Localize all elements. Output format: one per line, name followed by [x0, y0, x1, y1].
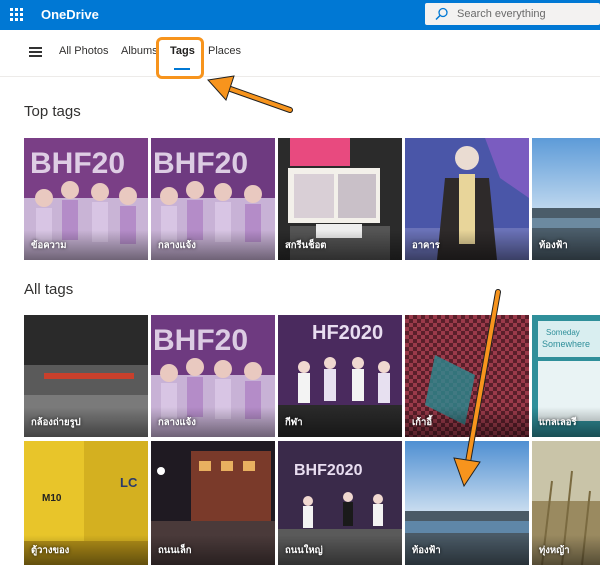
- tag-tile[interactable]: ท้องฟ้า: [532, 138, 600, 260]
- tag-label: กลางแจ้ง: [158, 417, 196, 428]
- tag-tile[interactable]: BHF20 กลางแจ้ง: [151, 138, 275, 260]
- tab-albums[interactable]: Albums: [121, 45, 158, 57]
- tag-label: ตู้วางของ: [31, 545, 70, 556]
- svg-text:HF2020: HF2020: [312, 322, 383, 344]
- tag-label: กีฬา: [285, 417, 303, 428]
- tag-label: ถนนเล็ก: [158, 545, 192, 556]
- tag-tile[interactable]: BHF20 ข้อความ: [24, 138, 148, 260]
- search-input[interactable]: Search everything: [425, 3, 600, 25]
- svg-text:BHF20: BHF20: [153, 324, 248, 357]
- all-tags-heading: All tags: [24, 281, 74, 298]
- svg-text:M10: M10: [42, 493, 62, 504]
- tag-tile[interactable]: BHF20 กลางแจ้ง: [151, 315, 275, 437]
- app-name[interactable]: OneDrive: [41, 7, 99, 22]
- tag-tile[interactable]: ถนนเล็ก: [151, 441, 275, 565]
- tag-label: กลางแจ้ง: [158, 240, 196, 251]
- top-bar: OneDrive Search everything: [0, 0, 600, 30]
- tag-label: สกรีนช็อต: [285, 240, 327, 251]
- app-launcher-icon[interactable]: [10, 8, 24, 22]
- tag-label: เก้าอี้: [412, 417, 433, 428]
- tab-places[interactable]: Places: [208, 45, 241, 57]
- tag-tile[interactable]: อาคาร: [405, 138, 529, 260]
- tag-tile[interactable]: M10 LC ตู้วางของ: [24, 441, 148, 565]
- photos-nav: All Photos Albums Tags Places: [0, 30, 600, 77]
- tag-tile[interactable]: ท้องฟ้า: [405, 441, 529, 565]
- tag-label: ข้อความ: [31, 240, 67, 251]
- tab-all-photos[interactable]: All Photos: [59, 45, 109, 57]
- svg-text:BHF20: BHF20: [30, 147, 125, 180]
- tag-tile[interactable]: สกรีนช็อต: [278, 138, 402, 260]
- svg-text:BHF2020: BHF2020: [294, 462, 363, 479]
- tag-tile[interactable]: HF2020 กีฬา: [278, 315, 402, 437]
- tag-label: ถนนใหญ่: [285, 545, 323, 556]
- tag-tile[interactable]: BHF2020 ถนนใหญ่: [278, 441, 402, 565]
- tag-label: กล้องถ่ายรูป: [31, 417, 81, 428]
- tag-label: ท้องฟ้า: [412, 545, 441, 556]
- tag-label: อาคาร: [412, 240, 440, 251]
- svg-text:LC: LC: [120, 475, 138, 490]
- tag-label: ท้องฟ้า: [539, 240, 568, 251]
- search-placeholder: Search everything: [457, 8, 546, 20]
- tag-tile[interactable]: กล้องถ่ายรูป: [24, 315, 148, 437]
- tag-tile[interactable]: Someday Somewhere แกลเลอรี: [532, 315, 600, 437]
- highlight-box: [156, 37, 204, 79]
- top-tags-heading: Top tags: [24, 103, 81, 120]
- search-icon: [435, 7, 448, 21]
- tag-label: แกลเลอรี: [539, 417, 577, 428]
- arrow-to-tags-icon: [207, 75, 293, 113]
- tag-tile[interactable]: เก้าอี้: [405, 315, 529, 437]
- svg-text:Somewhere: Somewhere: [542, 339, 590, 349]
- tag-label: ทุ่งหญ้า: [539, 545, 570, 556]
- menu-icon[interactable]: [29, 47, 42, 57]
- svg-text:Someday: Someday: [546, 328, 580, 337]
- svg-text:BHF20: BHF20: [153, 147, 248, 180]
- tag-tile[interactable]: ทุ่งหญ้า: [532, 441, 600, 565]
